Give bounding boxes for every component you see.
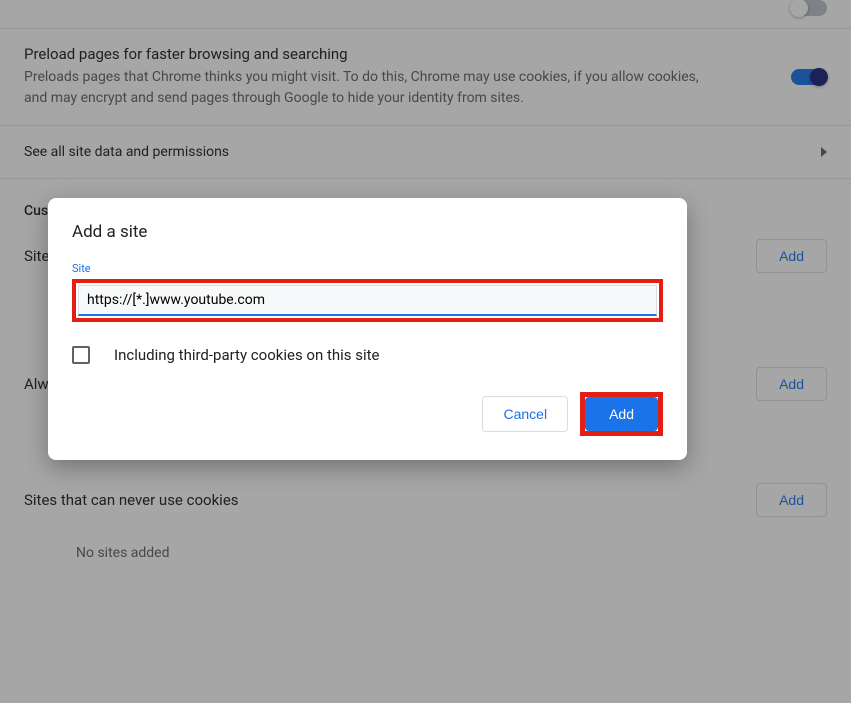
add-site-dialog: Add a site Site Including third-party co…	[48, 198, 687, 460]
add-button-highlight: Add	[580, 392, 663, 436]
cancel-button[interactable]: Cancel	[482, 396, 568, 432]
site-url-input[interactable]	[78, 285, 657, 316]
add-button[interactable]: Add	[585, 397, 658, 431]
third-party-label: Including third-party cookies on this si…	[114, 346, 380, 364]
site-field-label: Site	[72, 262, 663, 275]
input-highlight-box	[72, 279, 663, 322]
dialog-actions: Cancel Add	[72, 392, 663, 436]
dialog-title: Add a site	[72, 222, 663, 242]
third-party-row[interactable]: Including third-party cookies on this si…	[72, 346, 663, 364]
third-party-checkbox[interactable]	[72, 346, 90, 364]
